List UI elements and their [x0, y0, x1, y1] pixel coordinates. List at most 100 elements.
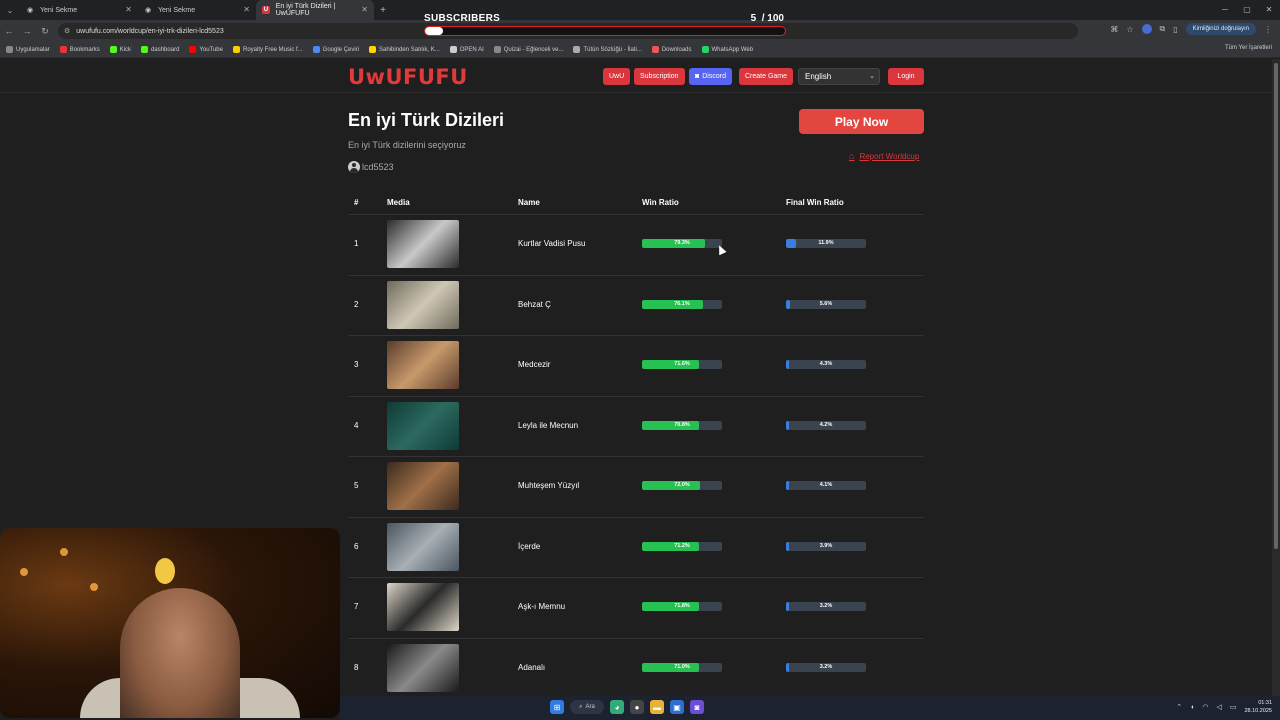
star-icon[interactable]: ☆ [1126, 25, 1133, 34]
series-thumbnail[interactable] [387, 583, 459, 631]
bookmark-item[interactable]: Downloads [651, 46, 692, 53]
discord-app-icon[interactable]: ◙ [690, 700, 704, 714]
browser-tab-3[interactable]: U En iyi Türk Dizileri | UwUFUFU ✕ [256, 0, 374, 20]
language-select[interactable]: English ⌄ [798, 68, 880, 85]
toolbar-actions: ⌘ ☆ ⧉ ▯ Kimliğinizi doğrulayın ⋮ [1110, 23, 1272, 35]
bookmark-item[interactable]: Kick [109, 46, 132, 53]
taskbar-clock[interactable]: 01:31 28.10.2025 [1244, 699, 1272, 715]
series-thumbnail[interactable] [387, 522, 459, 571]
maximize-icon[interactable]: ▢ [1236, 0, 1258, 20]
store-icon[interactable]: ▣ [670, 700, 684, 714]
menu-icon[interactable]: ⋮ [1264, 25, 1272, 34]
bookmark-item[interactable]: YouTube [189, 46, 223, 53]
reload-icon[interactable]: ↻ [36, 26, 54, 37]
light-spot [60, 548, 68, 556]
bookmark-item[interactable]: WhatsApp Web [701, 46, 753, 53]
close-window-icon[interactable]: ✕ [1258, 0, 1280, 20]
battery-icon[interactable]: ▭ [1230, 703, 1237, 711]
bookmark-item[interactable]: Quizai - Eğlenceli ve... [493, 46, 563, 53]
back-icon[interactable]: ← [0, 26, 18, 36]
win-ratio-bar: 71.6% [642, 360, 722, 369]
series-thumbnail[interactable] [387, 462, 459, 510]
subscription-button[interactable]: Subscription [634, 68, 685, 85]
page-scrollbar[interactable] [1272, 59, 1280, 696]
bookmark-label: Kick [119, 46, 132, 53]
table-row[interactable]: 2 Behzat Ç 76.1% 5.6% [348, 274, 924, 336]
bookmark-item[interactable]: Sahibinden Satılık, K... [369, 46, 440, 53]
play-now-button[interactable]: Play Now [799, 109, 924, 134]
win-ratio-bar: 76.1% [642, 299, 722, 309]
table-row[interactable]: 5 Muhteşem Yüzyıl 72.0% 4.1% [348, 456, 924, 517]
final-win-ratio-label: 3.2% [819, 603, 833, 609]
new-tab-button[interactable]: + [374, 5, 392, 16]
bookmark-label: OPEN AI [459, 46, 484, 53]
sidebar-icon[interactable]: ▯ [1173, 25, 1177, 34]
close-tab-icon[interactable]: ✕ [243, 5, 250, 14]
windows-start-icon[interactable]: ⊞ [550, 700, 564, 714]
series-thumbnail[interactable] [387, 401, 459, 450]
close-tab-icon[interactable]: ✕ [125, 5, 132, 14]
login-button[interactable]: Login [888, 68, 924, 85]
row-name: Medcezir [518, 360, 551, 369]
forward-icon[interactable]: → [18, 26, 36, 36]
bookmark-item[interactable]: Tütün Sözlüğü - İlati... [573, 46, 642, 53]
series-thumbnail[interactable] [387, 280, 459, 329]
row-name: Aşk-ı Memnu [518, 602, 566, 611]
table-row[interactable]: 4 Leyla ile Mecnun 70.8% 4.2% [348, 395, 924, 457]
app-icon[interactable]: ● [630, 700, 644, 714]
extension-icon[interactable] [1141, 24, 1152, 34]
wifi-icon[interactable]: ◠ [1202, 703, 1208, 711]
bookmark-label: Downloads [661, 46, 692, 53]
final-win-ratio-label: 4.2% [819, 421, 833, 428]
translate-icon[interactable]: ⌘ [1110, 25, 1118, 34]
table-row[interactable]: 8 Adanalı 71.0% 3.2% [348, 637, 924, 697]
discord-button[interactable]: ◙ Discord [689, 68, 732, 85]
worldcup-title: En iyi Türk Dizileri [348, 110, 505, 130]
series-thumbnail[interactable] [387, 341, 459, 389]
bookmark-item[interactable]: OPEN AI [449, 46, 484, 53]
profile-verify-button[interactable]: Kimliğinizi doğrulayın [1185, 23, 1256, 35]
table-row[interactable]: 6 İçerde 71.2% 3.9% [348, 516, 924, 578]
bookmark-item[interactable]: Royalty Free Music f... [232, 46, 303, 53]
puzzle-icon[interactable]: ⧉ [1160, 24, 1166, 34]
table-row[interactable]: 1 Kurtlar Vadisi Pusu 79.3% 11.9% [348, 214, 924, 275]
bookmark-item[interactable]: Uygulamalar [6, 46, 50, 53]
site-info-icon[interactable]: ⚙ [64, 27, 70, 35]
microphone-icon[interactable]: ◖ [1190, 704, 1194, 711]
bookmark-item[interactable]: Bookmarks [59, 46, 100, 53]
row-rank: 6 [354, 541, 359, 551]
table-row[interactable]: 7 Aşk-ı Memnu 71.8% 3.2% [348, 577, 924, 638]
bookmark-item[interactable]: Google Çeviri [312, 46, 359, 53]
scrollbar-thumb[interactable] [1274, 63, 1278, 549]
site-logo[interactable]: UwUFUFU [348, 65, 468, 89]
subscriber-goal-overlay: SUBSCRIBERS 5 / 100 [424, 11, 786, 39]
tab-search-icon[interactable]: ⌄ [0, 0, 20, 20]
create-game-button[interactable]: Create Game [739, 68, 794, 85]
uwufufu-favicon-icon: U [262, 6, 270, 14]
report-worldcup-link[interactable]: ⌂ Report Worldcup [849, 151, 919, 161]
win-ratio-label: 72.0% [674, 482, 690, 488]
minimize-icon[interactable]: ─ [1214, 0, 1236, 20]
folder-icon[interactable]: ▬ [650, 700, 664, 714]
browser-tab-2[interactable]: ◉ Yeni Sekme ✕ [138, 0, 256, 20]
table-row[interactable]: 3 Medcezir 71.6% 4.3% [348, 335, 924, 396]
taskbar-search[interactable]: ⌕ Ara [570, 700, 604, 714]
uwu-button[interactable]: UwU [603, 68, 631, 85]
close-tab-icon[interactable]: ✕ [361, 5, 368, 14]
win-ratio-bar: 71.0% [642, 662, 722, 672]
win-ratio-bar: 70.8% [642, 420, 722, 430]
globe-icon: ◉ [26, 7, 34, 14]
row-name: Leyla ile Mecnun [518, 420, 579, 430]
row-rank: 8 [354, 662, 359, 672]
all-bookmarks-button[interactable]: Tüm Yer İşaretleri [1225, 45, 1272, 51]
bookmark-item[interactable]: dashboard [141, 46, 179, 53]
search-label: Ara [585, 704, 595, 710]
author-name: lcd5523 [362, 162, 394, 172]
chevron-up-icon[interactable]: ⌃ [1176, 703, 1182, 711]
chrome-icon[interactable]: ◕ [610, 700, 624, 714]
volume-icon[interactable]: ◁ [1216, 703, 1221, 711]
series-thumbnail[interactable] [387, 643, 459, 692]
worldcup-author[interactable]: lcd5523 [348, 161, 394, 173]
series-thumbnail[interactable] [387, 220, 459, 268]
browser-tab-1[interactable]: ◉ Yeni Sekme ✕ [20, 0, 138, 20]
